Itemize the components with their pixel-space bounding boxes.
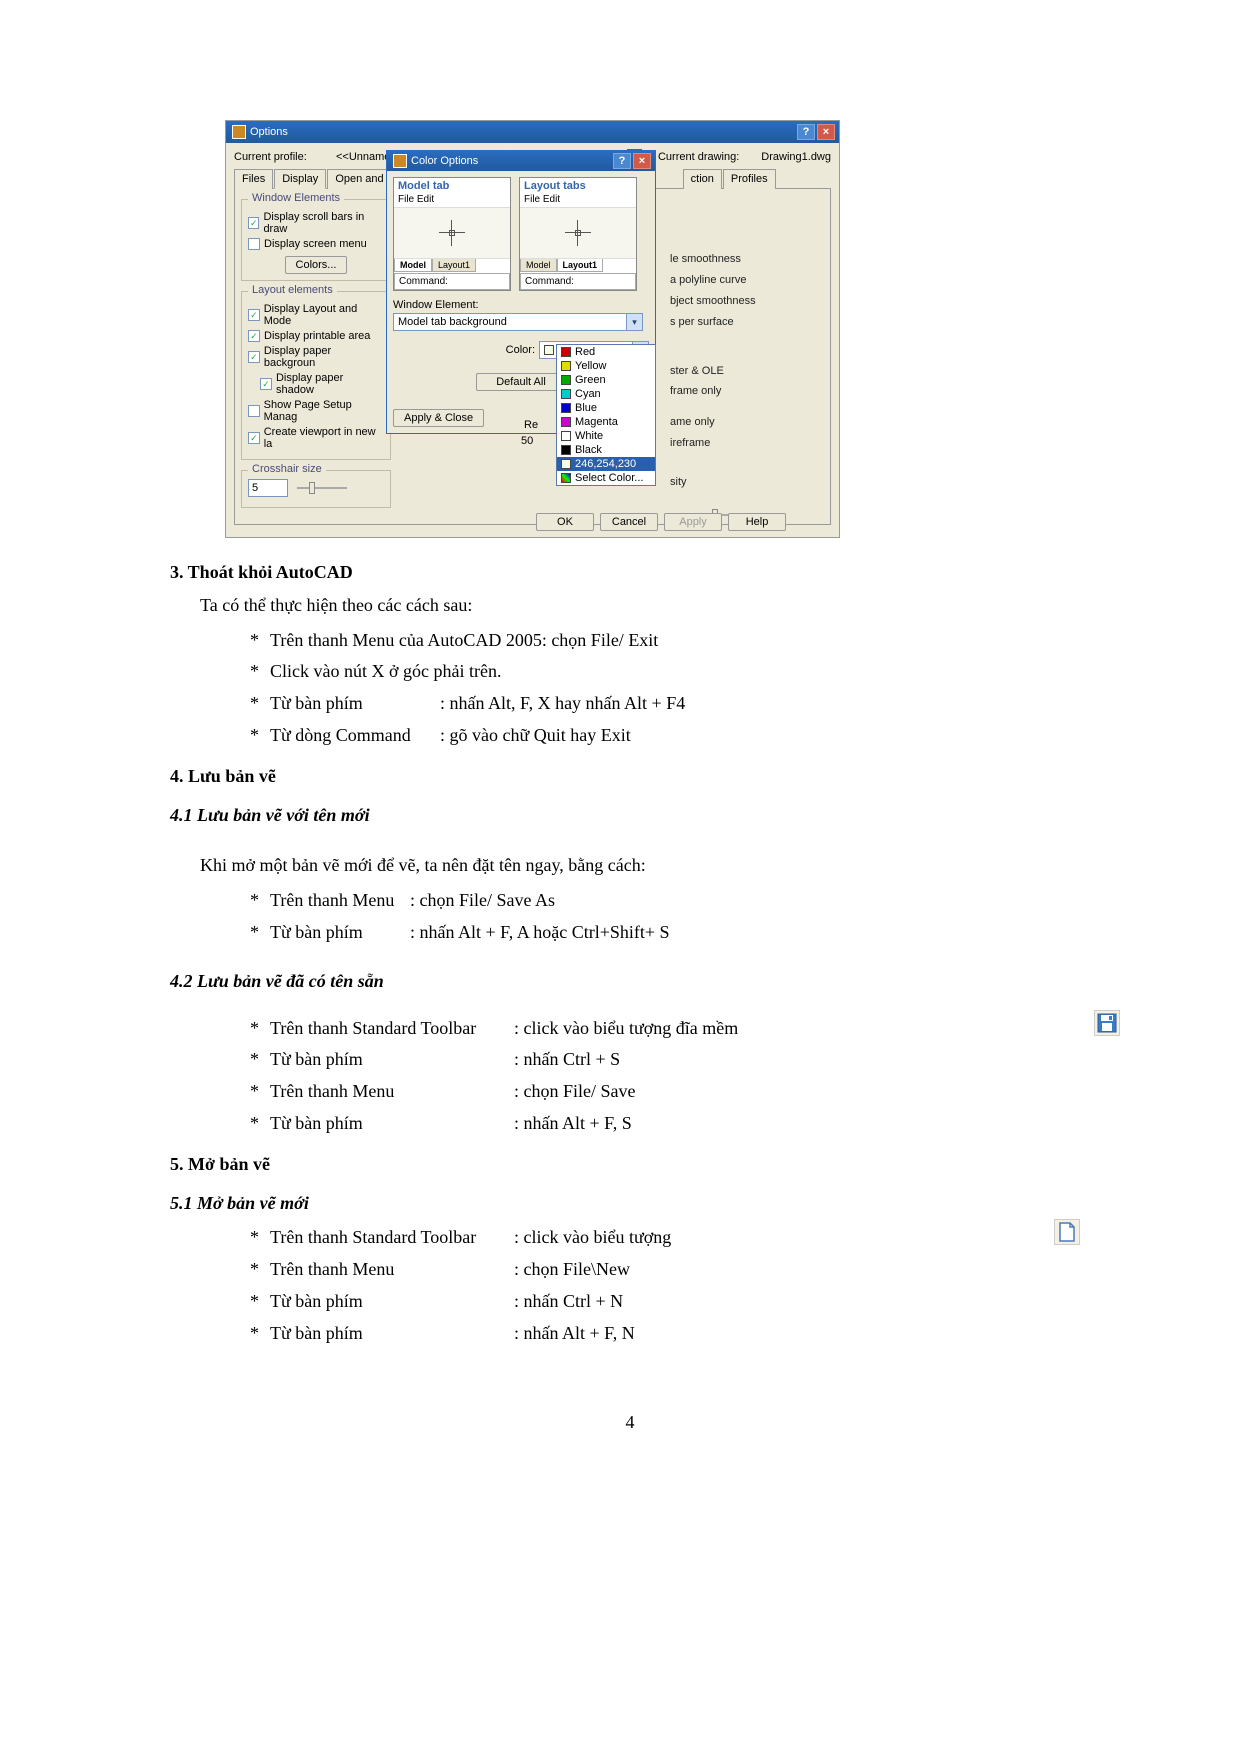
- tab-display[interactable]: Display: [274, 169, 326, 189]
- color-item-blue[interactable]: Blue: [557, 401, 655, 415]
- chk-paper-shadow[interactable]: ✓Display paper shadow: [260, 372, 384, 396]
- window-element-combo[interactable]: Model tab background ▾: [393, 313, 643, 331]
- legend-crosshair: Crosshair size: [248, 463, 326, 475]
- fieldset-crosshair: Crosshair size: [241, 470, 391, 508]
- floppy-disk-icon: [1094, 1010, 1120, 1036]
- chevron-down-icon: ▾: [626, 314, 642, 330]
- colors-button[interactable]: Colors...: [285, 256, 348, 274]
- chk-viewport-new[interactable]: ✓Create viewport in new la: [248, 426, 384, 450]
- mini-tab-model[interactable]: Model: [520, 259, 557, 272]
- help-icon[interactable]: ?: [797, 124, 815, 140]
- layout-preview: Layout tabs File Edit Model Layout1 Comm…: [519, 177, 637, 291]
- heading-3: 3. Thoát khỏi AutoCAD: [170, 558, 1090, 587]
- tab-files[interactable]: Files: [234, 169, 273, 189]
- chk-page-setup[interactable]: ✓Show Page Setup Manag: [248, 399, 384, 423]
- legend-window-elements: Window Elements: [248, 192, 344, 204]
- new-file-icon: [1054, 1219, 1080, 1245]
- document-body: 3. Thoát khỏi AutoCAD Ta có thể thực hiệ…: [170, 558, 1090, 1436]
- heading-4-2: 4.2 Lưu bản vẽ đã có tên sẵn: [170, 967, 1090, 996]
- model-preview: Model tab File Edit Model Layout1 Comman…: [393, 177, 511, 291]
- chk-printable-area[interactable]: ✓Display printable area: [248, 330, 384, 342]
- help-button[interactable]: Help: [728, 513, 786, 531]
- color-item-custom[interactable]: 246,254,230: [557, 457, 655, 471]
- apply-close-button[interactable]: Apply & Close: [393, 409, 484, 427]
- checkbox-icon: ✓: [248, 217, 259, 229]
- options-titlebar: Options ? ×: [226, 121, 839, 143]
- cancel-button[interactable]: Cancel: [600, 513, 658, 531]
- tab-profiles[interactable]: Profiles: [723, 169, 776, 189]
- color-item-red[interactable]: Red: [557, 345, 655, 359]
- close-icon[interactable]: ×: [817, 124, 835, 140]
- default-all-button[interactable]: Default All: [476, 373, 566, 391]
- chk-scrollbars[interactable]: ✓ Display scroll bars in draw: [248, 211, 384, 235]
- heading-5-1: 5.1 Mở bản vẽ mới: [170, 1189, 1090, 1218]
- apply-button[interactable]: Apply: [664, 513, 722, 531]
- s3-intro: Ta có thể thực hiện theo các cách sau:: [200, 591, 1090, 620]
- mini-tab-layout[interactable]: Layout1: [557, 259, 604, 272]
- color-item-select[interactable]: Select Color...: [557, 471, 655, 485]
- color-item-cyan[interactable]: Cyan: [557, 387, 655, 401]
- window-element-label: Window Element:: [393, 299, 649, 311]
- color-item-green[interactable]: Green: [557, 373, 655, 387]
- fieldset-layout-elements: Layout elements ✓Display Layout and Mode…: [241, 291, 391, 460]
- crosshair-input[interactable]: [248, 479, 288, 497]
- checkbox-icon: ✓: [248, 238, 260, 250]
- current-drawing-value: Drawing1.dwg: [761, 151, 831, 163]
- current-drawing-label: Current drawing:: [658, 151, 739, 163]
- current-profile-label: Current profile:: [234, 151, 324, 163]
- app-icon: [393, 154, 407, 168]
- color-item-black[interactable]: Black: [557, 443, 655, 457]
- app-icon: [232, 125, 246, 139]
- heading-4-1: 4.1 Lưu bản vẽ với tên mới: [170, 801, 1090, 830]
- color-label: Color:: [506, 344, 535, 356]
- help-icon[interactable]: ?: [613, 153, 631, 169]
- page-number: 4: [170, 1408, 1090, 1437]
- chk-paper-bg[interactable]: ✓Display paper backgroun: [248, 345, 384, 369]
- fieldset-window-elements: Window Elements ✓ Display scroll bars in…: [241, 199, 391, 281]
- color-item-white[interactable]: White: [557, 429, 655, 443]
- color-options-title: Color Options: [411, 155, 478, 167]
- s41-intro: Khi mở một bản vẽ mới để vẽ, ta nên đặt …: [200, 851, 1090, 880]
- right-panel-text: le smoothness a polyline curve bject smo…: [670, 249, 756, 493]
- color-item-yellow[interactable]: Yellow: [557, 359, 655, 373]
- chk-layout-mode[interactable]: ✓Display Layout and Mode: [248, 303, 384, 327]
- color-item-magenta[interactable]: Magenta: [557, 415, 655, 429]
- legend-layout-elements: Layout elements: [248, 284, 337, 296]
- options-title: Options: [250, 126, 288, 138]
- heading-4: 4. Lưu bản vẽ: [170, 762, 1090, 791]
- ok-button[interactable]: OK: [536, 513, 594, 531]
- options-buttons: OK Cancel Apply Help: [536, 513, 786, 531]
- restore-frag: Re: [524, 419, 538, 431]
- options-dialog: Options ? × Current profile: <<Unnamed P…: [225, 120, 840, 538]
- tab-selection[interactable]: ction: [683, 169, 722, 189]
- close-icon[interactable]: ×: [633, 153, 651, 169]
- crosshair-slider[interactable]: [297, 482, 347, 494]
- mini-tab-layout[interactable]: Layout1: [432, 259, 476, 272]
- mini-tab-model[interactable]: Model: [394, 259, 432, 272]
- chk-screen-menu[interactable]: ✓ Display screen menu: [248, 238, 384, 250]
- heading-5: 5. Mở bản vẽ: [170, 1150, 1090, 1179]
- fifty-frag: 50: [521, 435, 533, 447]
- color-dropdown[interactable]: Red Yellow Green Cyan Blue Magenta White…: [556, 344, 656, 486]
